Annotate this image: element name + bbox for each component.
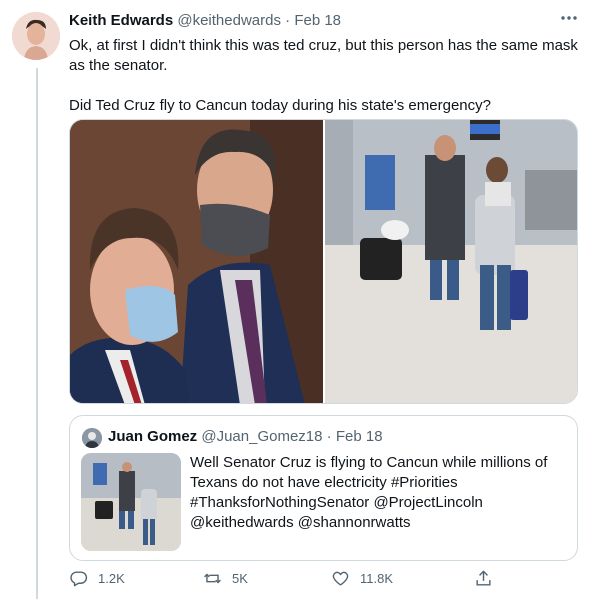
author-name[interactable]: Keith Edwards <box>69 12 173 29</box>
reply-icon <box>70 571 88 587</box>
tweet-text: Ok, at first I didn't think this was ted… <box>69 36 579 116</box>
quote-thumbnail-illustration <box>81 453 181 551</box>
separator-dot: · <box>285 12 291 29</box>
retweet-icon <box>204 573 221 584</box>
quote-media-thumbnail[interactable] <box>81 453 181 551</box>
tweet-actions: 1.2K 5K 11.8K <box>69 569 578 591</box>
retweet-button[interactable]: 5K <box>203 569 248 588</box>
tweet-text-line-1: Ok, at first I didn't think this was ted… <box>69 37 578 74</box>
like-count: 11.8K <box>360 571 394 586</box>
like-button[interactable]: 11.8K <box>331 569 393 588</box>
media-photo-senators[interactable] <box>70 120 323 403</box>
tweet-date[interactable]: Feb 18 <box>294 12 341 29</box>
photo-senators-illustration <box>70 120 323 403</box>
quoted-tweet[interactable]: Juan Gomez @Juan_Gomez18 · Feb 18 Well S… <box>69 415 578 561</box>
tweet-text-line-2: Did Ted Cruz fly to Cancun today during … <box>69 97 491 114</box>
share-button[interactable] <box>474 569 493 588</box>
quote-separator-dot: · <box>326 428 332 445</box>
reply-button[interactable]: 1.2K <box>69 569 125 588</box>
quote-avatar-image <box>82 428 102 448</box>
ellipsis-icon <box>561 16 577 20</box>
quote-text: Well Senator Cruz is flying to Cancun wh… <box>190 454 548 531</box>
share-icon <box>476 570 491 586</box>
thread-line <box>36 68 38 599</box>
retweet-count: 5K <box>232 571 248 586</box>
media-photo-airport[interactable] <box>324 120 577 403</box>
photo-airport-illustration <box>324 120 577 403</box>
more-options-button[interactable] <box>560 9 578 32</box>
tweet-header: Keith Edwards @keithedwards · Feb 18 <box>69 11 578 31</box>
quote-author-avatar[interactable] <box>82 428 102 448</box>
author-handle[interactable]: @keithedwards <box>177 12 281 29</box>
reply-count: 1.2K <box>98 571 125 586</box>
like-icon <box>332 571 349 586</box>
author-avatar-image <box>12 12 60 60</box>
quote-date[interactable]: Feb 18 <box>336 428 383 445</box>
tweet-media[interactable] <box>69 119 578 404</box>
quote-author-name[interactable]: Juan Gomez <box>108 428 197 445</box>
author-avatar[interactable] <box>12 12 60 60</box>
quote-author-handle[interactable]: @Juan_Gomez18 <box>201 428 322 445</box>
quote-header: Juan Gomez @Juan_Gomez18 · Feb 18 <box>108 427 383 447</box>
